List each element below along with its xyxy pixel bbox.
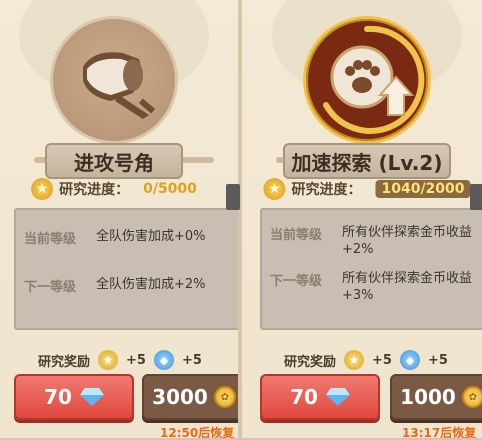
- research-reward: 研究奖励 ★ +5 ◆ +5: [284, 350, 448, 370]
- research-card-horn: 进攻号角 ★ 研究进度： 0/5000 当前等级 全队伤害加成+0% 下一等级 …: [0, 0, 240, 440]
- progress-label: 研究进度：: [291, 182, 362, 198]
- current-level-row: 当前等级 所有伙伴探索金币收益+2%: [270, 224, 482, 258]
- star-reward-icon: ★: [344, 350, 365, 370]
- next-level-row: 下一等级 全队伤害加成+2%: [24, 276, 230, 295]
- current-level-label: 当前等级: [24, 232, 77, 247]
- horn-icon[interactable]: [50, 16, 178, 144]
- card-divider-tab: [226, 184, 240, 210]
- next-level-label: 下一等级: [24, 280, 77, 295]
- current-level-label: 当前等级: [270, 228, 323, 243]
- gem-reward-amount: +5: [181, 352, 202, 368]
- gem-reward-icon: ◆: [153, 350, 174, 370]
- level-info-box: 当前等级 全队伤害加成+0% 下一等级 全队伤害加成+2%: [14, 208, 238, 330]
- current-level-value: 全队伤害加成+0%: [96, 229, 206, 244]
- progress-label: 研究进度：: [59, 182, 130, 198]
- gem-reward-amount: +5: [427, 352, 448, 368]
- coin-cost: 3000: [152, 385, 208, 409]
- card-edge-tab: [470, 184, 482, 210]
- research-with-coins-button[interactable]: 1000 ✿: [390, 374, 482, 420]
- next-level-value: 全队伤害加成+2%: [96, 277, 206, 292]
- research-title: 加速探索 (Lv.2): [283, 143, 451, 179]
- diamond-icon: [80, 388, 104, 406]
- current-level-value: 所有伙伴探索金币收益+2%: [342, 225, 473, 257]
- research-progress: ★ 研究进度： 0/5000: [31, 178, 197, 200]
- next-level-value: 所有伙伴探索金币收益+3%: [342, 271, 473, 303]
- research-progress: ★ 研究进度： 1040/2000: [263, 178, 471, 200]
- star-reward-icon: ★: [98, 350, 119, 370]
- next-level-row: 下一等级 所有伙伴探索金币收益+3%: [270, 270, 482, 304]
- paw-coin-icon: ✿: [213, 386, 236, 408]
- recovery-timer: 13:17后恢复: [402, 426, 477, 440]
- research-title: 进攻号角: [45, 143, 183, 179]
- progress-value: 1040/2000: [375, 180, 471, 198]
- star-reward-amount: +5: [372, 352, 392, 368]
- next-level-label: 下一等级: [270, 274, 323, 289]
- research-reward: 研究奖励 ★ +5 ◆ +5: [38, 350, 202, 370]
- gem-cost: 70: [290, 385, 318, 409]
- paw-speed-icon[interactable]: [303, 16, 431, 144]
- reward-label: 研究奖励: [38, 354, 91, 370]
- paw-coin-icon: ✿: [461, 386, 482, 408]
- star-icon: ★: [31, 178, 54, 200]
- title-flourish-right: [180, 157, 214, 163]
- progress-value: 0/5000: [143, 181, 197, 197]
- star-reward-amount: +5: [126, 352, 146, 368]
- gem-reward-icon: ◆: [399, 350, 420, 370]
- reward-label: 研究奖励: [284, 354, 337, 370]
- research-with-gems-button[interactable]: 70: [260, 374, 380, 420]
- research-with-gems-button[interactable]: 70: [14, 374, 134, 420]
- coin-cost: 1000: [400, 385, 456, 409]
- recovery-timer: 12:50后恢复: [160, 426, 235, 440]
- star-icon: ★: [263, 178, 286, 200]
- current-level-row: 当前等级 全队伤害加成+0%: [24, 228, 230, 247]
- level-info-box: 当前等级 所有伙伴探索金币收益+2% 下一等级 所有伙伴探索金币收益+3%: [260, 208, 482, 330]
- diamond-icon: [326, 388, 350, 406]
- gem-cost: 70: [44, 385, 72, 409]
- research-card-speed: 加速探索 (Lv.2) ★ 研究进度： 1040/2000 当前等级 所有伙伴探…: [240, 0, 482, 440]
- research-with-coins-button[interactable]: 3000 ✿: [142, 374, 238, 420]
